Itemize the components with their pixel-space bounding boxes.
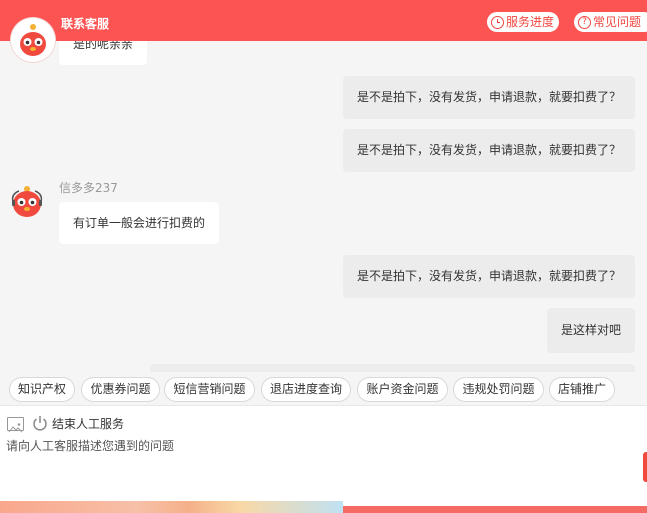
send-button[interactable]: [643, 452, 647, 482]
message-incoming: 有订单一般会进行扣费的: [59, 202, 219, 244]
service-progress-button[interactable]: 服务进度: [487, 12, 560, 32]
message-text: 是的呢亲亲: [73, 41, 134, 51]
quick-tag[interactable]: 短信营销问题: [164, 377, 255, 402]
message-outgoing-partial: [150, 364, 635, 372]
question-icon: ?: [578, 15, 591, 29]
chat-history[interactable]: 是的呢亲亲 是不是拍下，没有发货，申请退款，就要扣费了？ 是不是拍下，没有发货，…: [0, 41, 647, 372]
service-progress-label: 服务进度: [506, 15, 555, 29]
header-bar: 联系客服 服务进度 ? 常见问题: [0, 0, 647, 41]
clock-icon: [491, 15, 504, 29]
message-text: 是不是拍下，没有发货，申请退款，就要扣费了？: [357, 143, 622, 157]
end-service-button[interactable]: 结束人工服务: [52, 417, 124, 431]
message-outgoing: 是不是拍下，没有发货，申请退款，就要扣费了？: [343, 255, 635, 298]
quick-tag[interactable]: 账户资金问题: [357, 377, 448, 402]
quick-tag[interactable]: 退店进度查询: [261, 377, 351, 402]
quick-tag[interactable]: 店铺推广: [549, 377, 615, 402]
message-outgoing: 是不是拍下，没有发货，申请退款，就要扣费了？: [343, 76, 635, 119]
quick-tag[interactable]: 违规处罚问题: [453, 377, 544, 402]
message-outgoing: 是这样对吧: [547, 308, 635, 353]
image-icon[interactable]: [7, 417, 24, 433]
quick-tag[interactable]: 知识产权: [9, 377, 75, 402]
power-icon[interactable]: [32, 415, 48, 431]
promo-banner[interactable]: [0, 501, 343, 513]
quick-tags: 知识产权 优惠券问题 短信营销问题 退店进度查询 账户资金问题 违规处罚问题 店…: [0, 377, 647, 403]
message-incoming: 是的呢亲亲: [59, 41, 147, 65]
faq-button[interactable]: ? 常见问题: [574, 12, 647, 32]
message-input[interactable]: [6, 436, 606, 456]
page-title: 联系客服: [61, 17, 110, 31]
mascot-avatar: [11, 18, 55, 62]
message-text: 是不是拍下，没有发货，申请退款，就要扣费了？: [357, 90, 622, 104]
message-outgoing: 是不是拍下，没有发货，申请退款，就要扣费了？: [343, 129, 635, 172]
mascot-avatar: [7, 182, 47, 222]
message-text: 有订单一般会进行扣费的: [73, 216, 206, 230]
quick-tag[interactable]: 优惠券问题: [81, 377, 160, 402]
sender-name: 信多多237: [59, 181, 118, 195]
input-panel: 结束人工服务: [0, 405, 647, 513]
message-text: 是不是拍下，没有发货，申请退款，就要扣费了？: [357, 269, 622, 283]
faq-label: 常见问题: [593, 15, 642, 29]
message-text: 是这样对吧: [561, 323, 622, 337]
